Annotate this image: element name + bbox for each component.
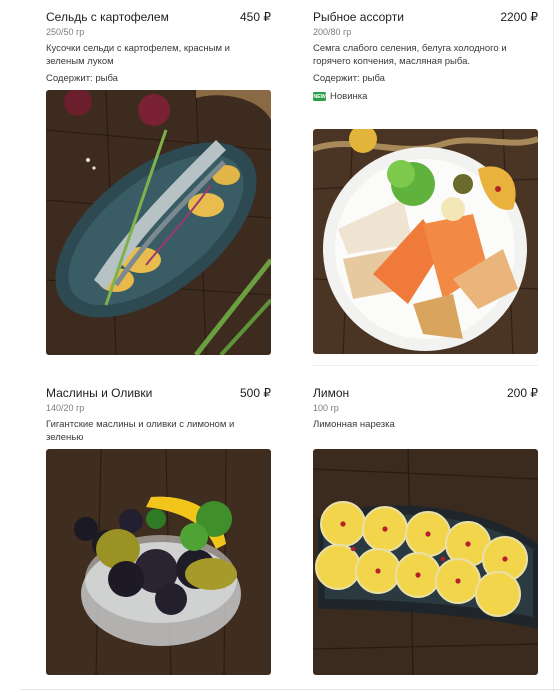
dish-description: Лимонная нарезка — [313, 419, 395, 430]
dish-photo-herring[interactable] — [46, 90, 271, 355]
dish-photo-olives[interactable] — [46, 449, 271, 675]
dish-price: 2200 ₽ — [500, 10, 538, 24]
dish-description: Кусочки сельди с картофелем, красным и з… — [46, 43, 230, 67]
dish-price: 450 ₽ — [240, 10, 271, 24]
dish-weight: 200/80 гр — [313, 27, 352, 37]
page-right-border — [553, 0, 554, 692]
dish-photo-fish-platter[interactable] — [313, 129, 538, 354]
page-bottom-divider — [20, 689, 560, 690]
dish-weight: 100 гр — [313, 403, 339, 413]
new-icon: NEW — [313, 92, 326, 101]
dish-allergens: Содержит: рыба — [313, 73, 385, 84]
dish-name: Маслины и Оливки — [46, 386, 153, 400]
menu-card-fish-platter[interactable]: Рыбное ассорти 2200 ₽ 200/80 гр Семга сл… — [313, 10, 538, 102]
dish-photo-lemon[interactable] — [313, 449, 538, 675]
dish-price: 500 ₽ — [240, 386, 271, 400]
menu-card-olives[interactable]: Маслины и Оливки 500 ₽ 140/20 гр Гигантс… — [46, 386, 271, 444]
new-badge: NEW Новинка — [313, 91, 538, 102]
menu-card-lemon[interactable]: Лимон 200 ₽ 100 гр Лимонная нарезка — [313, 386, 538, 431]
badge-label: Новинка — [330, 91, 368, 102]
dish-description: Семга слабого селения, белуга холодного … — [313, 43, 507, 67]
dish-weight: 140/20 гр — [46, 403, 85, 413]
dish-weight: 250/50 гр — [46, 27, 85, 37]
dish-allergens: Содержит: рыба — [46, 73, 118, 84]
dish-price: 200 ₽ — [507, 386, 538, 400]
dish-name: Рыбное ассорти — [313, 10, 404, 24]
dish-name: Лимон — [313, 386, 350, 400]
dish-name: Сельдь с картофелем — [46, 10, 169, 24]
row-divider — [313, 365, 538, 366]
dish-description: Гигантские маслины и оливки с лимоном и … — [46, 419, 235, 443]
menu-card-herring[interactable]: Сельдь с картофелем 450 ₽ 250/50 гр Кусо… — [46, 10, 271, 84]
